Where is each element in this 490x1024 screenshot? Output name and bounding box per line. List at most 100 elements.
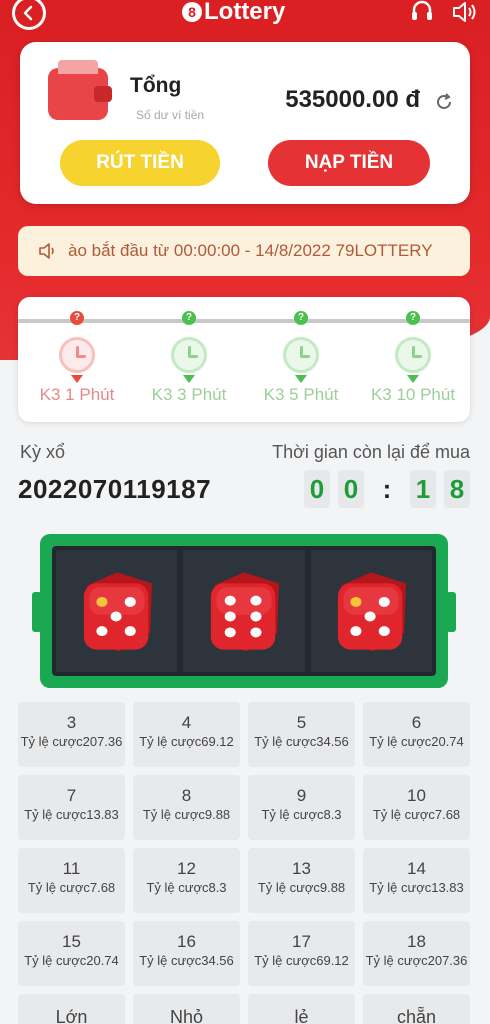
bet-option-11[interactable]: 11 Tỷ lệ cược7.68 <box>18 848 125 913</box>
bet-number: 4 <box>181 713 192 732</box>
wallet-card: Tổng Số dư ví tiền 535000.00 đ RÚT TIỀN … <box>20 42 470 204</box>
countdown-digit: 8 <box>444 470 470 508</box>
clock-icon <box>171 337 207 373</box>
dice-icon <box>210 572 279 652</box>
draw-label: Kỳ xổ <box>20 442 66 462</box>
notice-text: ào bắt đầu từ 00:00:00 - 14/8/2022 79LOT… <box>68 241 433 260</box>
bet-number: 10 <box>407 786 426 805</box>
bet-option-16[interactable]: 16 Tỷ lệ cược34.56 <box>133 921 240 986</box>
bet-odds: Tỷ lệ cược13.83 <box>369 880 464 895</box>
dice-pip <box>364 611 376 622</box>
game-period-selector: ? K3 1 Phút ? K3 3 Phút ? K3 5 Phút ? K3… <box>18 297 470 422</box>
bet-option-9[interactable]: 9 Tỷ lệ cược8.3 <box>248 775 355 840</box>
bet-number: 17 <box>292 932 311 951</box>
bet-option-4[interactable]: 4 Tỷ lệ cược69.12 <box>133 702 240 767</box>
status-dot-icon: ? <box>406 311 420 325</box>
bet-option-18[interactable]: 18 Tỷ lệ cược207.36 <box>363 921 470 986</box>
announcement-speaker-icon <box>39 243 54 259</box>
status-dot-icon: ? <box>70 311 84 325</box>
dice-pip <box>224 627 236 638</box>
headset-icon[interactable] <box>408 0 436 31</box>
countdown-digit: 1 <box>410 470 436 508</box>
bet-number: 8 <box>181 786 192 805</box>
bet-odds: Tỷ lệ cược7.68 <box>27 880 116 895</box>
timer-label: K3 10 Phút <box>370 385 456 404</box>
bet-option-5[interactable]: 5 Tỷ lệ cược34.56 <box>248 702 355 767</box>
bet-number: 9 <box>296 786 307 805</box>
bet-option-3[interactable]: 3 Tỷ lệ cược207.36 <box>18 702 125 767</box>
timer-option-10min[interactable]: ? K3 10 Phút <box>358 311 468 405</box>
dice-result-panel <box>32 534 456 688</box>
withdraw-button[interactable]: RÚT TIỀN <box>60 140 220 186</box>
bet-number: 16 <box>177 932 196 951</box>
bet-option-7[interactable]: 7 Tỷ lệ cược13.83 <box>18 775 125 840</box>
bet-option-10[interactable]: 10 Tỷ lệ cược7.68 <box>363 775 470 840</box>
timer-option-1min[interactable]: ? K3 1 Phút <box>22 311 132 405</box>
bet-odds: Tỷ lệ cược13.83 <box>24 807 119 822</box>
bet-label: chẵn <box>396 1007 437 1024</box>
dice-pip <box>250 611 262 622</box>
dice-pip <box>350 596 362 607</box>
bet-odds: Tỷ lệ cược207.36 <box>20 734 123 749</box>
bet-label: Lớn <box>55 1007 88 1024</box>
bet-odds: Tỷ lệ cược7.68 <box>372 807 461 822</box>
bet-odds: Tỷ lệ cược207.36 <box>365 953 468 968</box>
time-remaining-label: Thời gian còn lại để mua <box>272 442 470 462</box>
dice-pip <box>350 626 362 637</box>
dice-slot <box>56 550 178 672</box>
bet-option-14[interactable]: 14 Tỷ lệ cược13.83 <box>363 848 470 913</box>
pointer-icon <box>183 375 195 383</box>
bet-option-8[interactable]: 8 Tỷ lệ cược9.88 <box>133 775 240 840</box>
draw-id: 2022070119187 <box>18 474 212 504</box>
dice-pip <box>224 611 236 622</box>
bet-option-even[interactable]: chẵn <box>363 994 470 1024</box>
bet-option-13[interactable]: 13 Tỷ lệ cược9.88 <box>248 848 355 913</box>
bet-number: 11 <box>62 859 81 878</box>
bet-number: 3 <box>66 713 77 732</box>
bet-option-odd[interactable]: lẻ <box>248 994 355 1024</box>
top-bar: 8 Lottery <box>0 0 490 30</box>
back-arrow-icon[interactable] <box>12 0 46 30</box>
bet-option-small[interactable]: Nhỏ <box>133 994 240 1024</box>
timer-option-3min[interactable]: ? K3 3 Phút <box>134 311 244 405</box>
bet-odds: Tỷ lệ cược9.88 <box>142 807 231 822</box>
refresh-icon[interactable] <box>434 92 454 112</box>
bet-option-17[interactable]: 17 Tỷ lệ cược69.12 <box>248 921 355 986</box>
bet-option-6[interactable]: 6 Tỷ lệ cược20.74 <box>363 702 470 767</box>
dice-pip <box>96 596 108 607</box>
notice-bar: ào bắt đầu từ 00:00:00 - 14/8/2022 79LOT… <box>18 226 470 276</box>
bet-label: Nhỏ <box>169 1007 204 1024</box>
bet-option-big[interactable]: Lớn <box>18 994 125 1024</box>
bet-odds: Tỷ lệ cược69.12 <box>139 734 234 749</box>
bet-option-15[interactable]: 15 Tỷ lệ cược20.74 <box>18 921 125 986</box>
bet-number: 6 <box>411 713 422 732</box>
dice-pip <box>224 595 236 606</box>
wallet-title: Tổng <box>130 74 182 97</box>
status-dot-icon: ? <box>294 311 308 325</box>
dice-pip <box>250 627 262 638</box>
timer-option-5min[interactable]: ? K3 5 Phút <box>246 311 356 405</box>
logo-mark: 8 <box>182 2 202 22</box>
dice-pip <box>124 626 136 637</box>
bet-odds: Tỷ lệ cược20.74 <box>369 734 464 749</box>
timer-label: K3 5 Phút <box>263 385 339 404</box>
dice-pip <box>250 595 262 606</box>
bet-odds: Tỷ lệ cược8.3 <box>261 807 342 822</box>
bet-odds: Tỷ lệ cược34.56 <box>254 734 349 749</box>
dice-pip <box>379 626 391 637</box>
wallet-icon <box>48 60 112 120</box>
bet-odds: Tỷ lệ cược34.56 <box>139 953 234 968</box>
bet-odds: Tỷ lệ cược20.74 <box>24 953 119 968</box>
dice-slot <box>183 550 305 672</box>
logo-text: Lottery <box>204 0 286 25</box>
dice-pip <box>124 596 136 607</box>
bet-option-12[interactable]: 12 Tỷ lệ cược8.3 <box>133 848 240 913</box>
speaker-icon[interactable] <box>450 0 478 31</box>
dice-pip <box>110 611 122 622</box>
status-dot-icon: ? <box>182 311 196 325</box>
deposit-button[interactable]: NẠP TIỀN <box>268 140 430 186</box>
timer-label: K3 3 Phút <box>151 385 227 404</box>
clock-icon <box>283 337 319 373</box>
dice-icon <box>83 572 152 652</box>
pointer-icon <box>407 375 419 383</box>
